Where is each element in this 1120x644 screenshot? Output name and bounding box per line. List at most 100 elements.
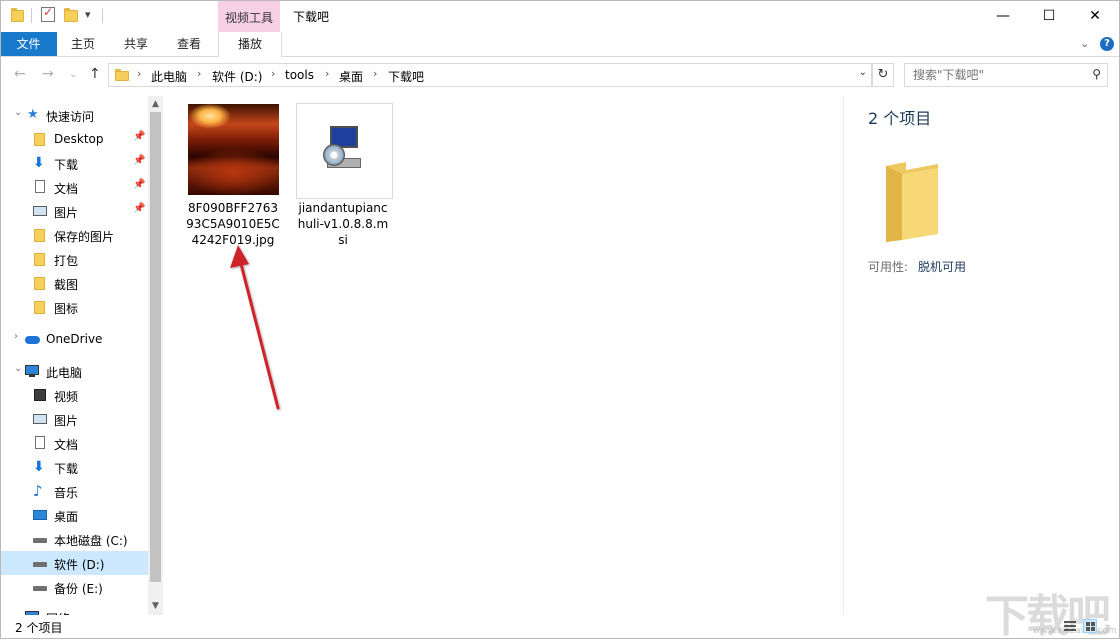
tab-share[interactable]: 共享 bbox=[124, 32, 148, 56]
tab-play[interactable]: 播放 bbox=[218, 32, 282, 57]
back-arrow-icon[interactable]: ← bbox=[14, 66, 26, 82]
refresh-button[interactable]: ↻ bbox=[872, 63, 894, 87]
video-icon bbox=[33, 388, 47, 402]
separator bbox=[31, 8, 32, 23]
sidebar-item-desktop[interactable]: Desktop 📌 bbox=[0, 127, 148, 151]
details-pane-divider[interactable] bbox=[843, 96, 844, 615]
window-title: 下载吧 bbox=[293, 10, 330, 24]
image-thumbnail bbox=[188, 104, 279, 195]
availability-label: 可用性: bbox=[868, 260, 909, 274]
search-input[interactable] bbox=[911, 66, 1085, 84]
tab-home[interactable]: 主页 bbox=[71, 32, 95, 56]
pin-icon[interactable]: 📌 bbox=[133, 155, 145, 166]
close-button[interactable]: ✕ bbox=[1072, 0, 1118, 32]
folder-icon bbox=[33, 276, 47, 290]
watermark: 下载吧 www.xiazaiba.com bbox=[985, 580, 1120, 642]
pin-icon[interactable]: 📌 bbox=[133, 179, 145, 190]
breadcrumb-separator: › bbox=[325, 67, 330, 80]
chevron-right-icon[interactable]: › bbox=[14, 331, 18, 342]
status-item-count: 2 个项目 bbox=[15, 621, 63, 635]
sidebar-item-pc-documents[interactable]: 文档 bbox=[0, 431, 148, 455]
search-icon[interactable]: ⚲ bbox=[1092, 67, 1101, 81]
tab-view[interactable]: 查看 bbox=[177, 32, 201, 56]
download-arrow-icon: ⬇ bbox=[33, 459, 45, 475]
sidebar-item-music[interactable]: ♪ 音乐 bbox=[0, 479, 148, 503]
folder-icon bbox=[33, 228, 47, 242]
details-view-icon[interactable] bbox=[1063, 619, 1077, 633]
search-box[interactable]: ⚲ bbox=[904, 63, 1108, 87]
drive-icon bbox=[33, 580, 47, 594]
customize-toolbar-icon[interactable]: ▾ bbox=[85, 8, 91, 21]
sidebar-item-pc-desktop[interactable]: 桌面 bbox=[0, 503, 148, 527]
sidebar-item-drive-c[interactable]: 本地磁盘 (C:) bbox=[0, 527, 148, 551]
drive-icon bbox=[33, 556, 47, 570]
breadcrumb-separator: › bbox=[137, 67, 142, 80]
new-folder-icon[interactable] bbox=[64, 8, 78, 22]
breadcrumb-separator: › bbox=[271, 67, 276, 80]
breadcrumb-separator: › bbox=[197, 67, 202, 80]
sidebar-item-onedrive[interactable]: › OneDrive bbox=[0, 327, 148, 351]
download-arrow-icon: ⬇ bbox=[33, 155, 45, 171]
sidebar-item-pc-pictures[interactable]: 图片 bbox=[0, 407, 148, 431]
help-icon[interactable]: ? bbox=[1100, 37, 1114, 51]
minimize-button[interactable]: — bbox=[980, 0, 1026, 32]
music-icon: ♪ bbox=[33, 482, 43, 500]
breadcrumb-tools[interactable]: tools bbox=[285, 68, 314, 82]
sidebar-item-drive-e[interactable]: 备份 (E:) bbox=[0, 575, 148, 599]
annotation-arrow bbox=[230, 245, 280, 410]
sidebar-item-this-pc[interactable]: ⌄ 此电脑 bbox=[0, 359, 148, 383]
maximize-button[interactable]: ☐ bbox=[1026, 0, 1072, 32]
sidebar-item-saved-pictures[interactable]: 保存的图片 bbox=[0, 223, 148, 247]
scroll-down-icon[interactable]: ▼ bbox=[148, 598, 163, 614]
breadcrumb-separator: › bbox=[373, 67, 378, 80]
context-tab-group-video-tools: 视频工具 bbox=[218, 0, 280, 32]
availability-value: 脱机可用 bbox=[918, 260, 967, 274]
large-icons-view-icon[interactable] bbox=[1083, 619, 1097, 633]
scrollbar-thumb[interactable] bbox=[150, 112, 161, 582]
window-border bbox=[0, 0, 1120, 639]
chevron-down-icon[interactable]: ⌄ bbox=[14, 107, 22, 118]
breadcrumb-drive-d[interactable]: 软件 (D:) bbox=[212, 68, 262, 85]
sidebar-item-quick-access[interactable]: ⌄ ★ 快速访问 bbox=[0, 103, 148, 127]
pin-icon[interactable]: 📌 bbox=[133, 131, 145, 142]
sidebar-item-screenshots[interactable]: 截图 bbox=[0, 271, 148, 295]
properties-icon[interactable]: ✓ bbox=[41, 5, 55, 22]
disc-icon bbox=[323, 144, 345, 166]
scroll-up-icon[interactable]: ▲ bbox=[148, 96, 163, 112]
folder-icon bbox=[33, 252, 47, 266]
folder-icon bbox=[115, 69, 129, 81]
address-bar[interactable]: › 此电脑 › 软件 (D:) › tools › 桌面 › 下载吧 ⌄ bbox=[108, 63, 872, 87]
sidebar-item-pictures[interactable]: 图片 📌 bbox=[0, 199, 148, 223]
sidebar-item-pc-downloads[interactable]: ⬇ 下载 bbox=[0, 455, 148, 479]
sidebar-item-network[interactable]: 网络 bbox=[0, 605, 148, 615]
title-bar bbox=[0, 0, 1120, 32]
sidebar-item-package[interactable]: 打包 bbox=[0, 247, 148, 271]
sidebar-item-downloads[interactable]: ⬇ 下载 📌 bbox=[0, 151, 148, 175]
pin-icon[interactable]: 📌 bbox=[133, 203, 145, 214]
up-arrow-icon[interactable]: ↑ bbox=[89, 66, 101, 82]
breadcrumb-this-pc[interactable]: 此电脑 bbox=[151, 68, 187, 85]
breadcrumb-desktop[interactable]: 桌面 bbox=[339, 68, 363, 85]
separator bbox=[102, 8, 103, 23]
sidebar-item-icons[interactable]: 图标 bbox=[0, 295, 148, 319]
folder-icon bbox=[886, 162, 938, 242]
ribbon-tab-bar bbox=[0, 32, 1120, 57]
drive-icon bbox=[33, 532, 47, 546]
context-tab-group-label: 视频工具 bbox=[225, 11, 274, 25]
folder-icon[interactable] bbox=[11, 8, 24, 22]
navigation-pane: ⌄ ★ 快速访问 Desktop 📌 ⬇ 下载 📌 文档 📌 图片 📌 保存的图… bbox=[0, 96, 163, 615]
chevron-down-icon[interactable]: ⌄ bbox=[14, 363, 22, 374]
recent-locations-icon[interactable]: ⌄ bbox=[69, 69, 77, 80]
forward-arrow-icon[interactable]: → bbox=[42, 66, 54, 82]
file-name: jiandantupianchuli-v1.0.8.8.msi bbox=[297, 201, 389, 247]
tab-file[interactable]: 文件 bbox=[0, 32, 57, 56]
chevron-down-icon[interactable]: ⌄ bbox=[1080, 37, 1089, 50]
chevron-down-icon[interactable]: ⌄ bbox=[859, 67, 867, 78]
breadcrumb-current[interactable]: 下载吧 bbox=[388, 68, 424, 85]
sidebar-item-documents[interactable]: 文档 📌 bbox=[0, 175, 148, 199]
sidebar-item-videos[interactable]: 视频 bbox=[0, 383, 148, 407]
sidebar-item-drive-d[interactable]: 软件 (D:) bbox=[0, 551, 148, 575]
star-icon: ★ bbox=[27, 107, 39, 122]
cloud-icon bbox=[25, 332, 40, 346]
pictures-icon bbox=[33, 412, 47, 426]
